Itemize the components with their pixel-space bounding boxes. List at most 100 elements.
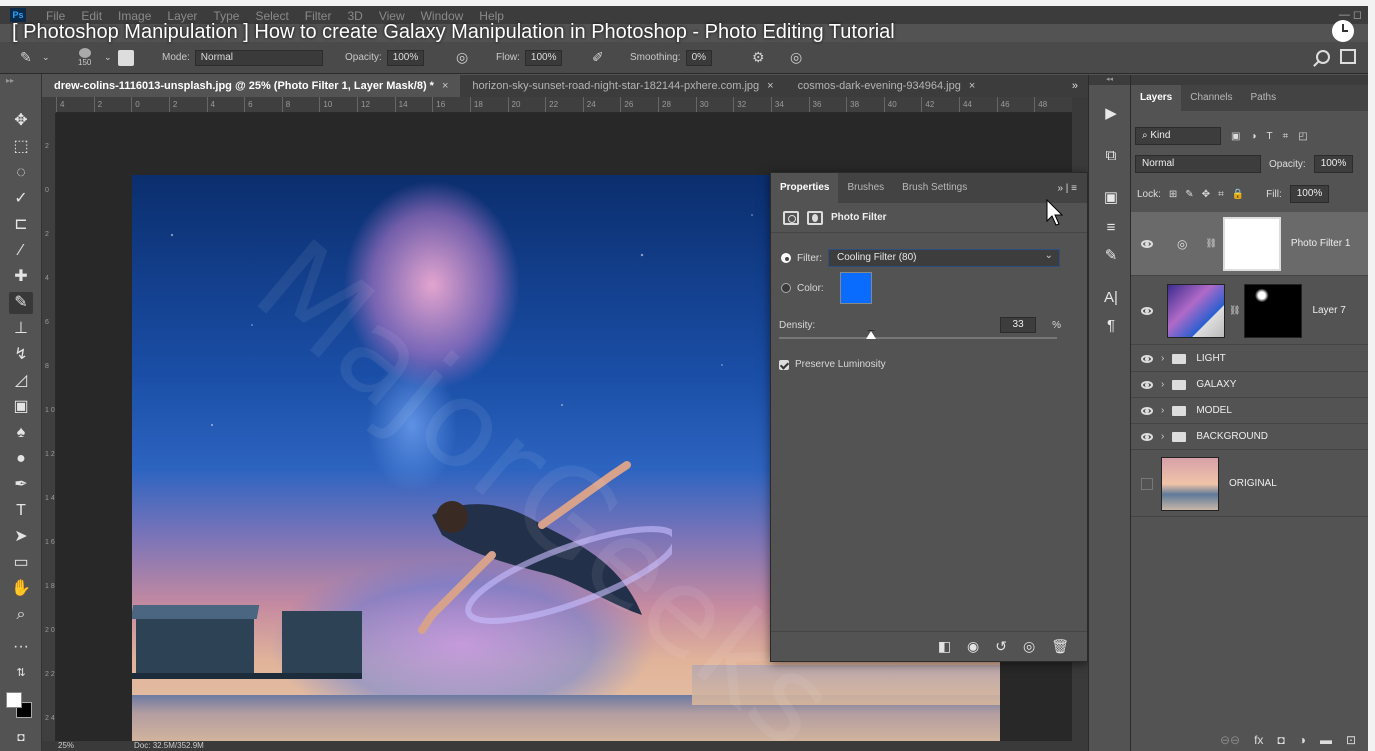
crop-tool-icon[interactable]: ⊏ (9, 214, 33, 236)
kind-select[interactable]: ⌕ Kind (1135, 127, 1221, 145)
visibility-icon[interactable]: ◎ (1023, 638, 1035, 655)
more-tabs-icon[interactable]: » (1062, 75, 1088, 97)
pen-tool-icon[interactable]: ✒ (9, 474, 33, 496)
view-previous-icon[interactable]: ◉ (967, 638, 979, 655)
brush-preset-picker[interactable]: 150 (78, 48, 91, 67)
reset-icon[interactable]: ↺ (995, 638, 1007, 655)
healing-tool-icon[interactable]: ✚ (9, 266, 33, 288)
filter-type-icon[interactable]: T (1267, 131, 1273, 142)
layer-name[interactable]: GALAXY (1196, 379, 1236, 390)
zoom-tool-icon[interactable]: ⌕ (9, 604, 33, 626)
pressure-opacity-icon[interactable]: ◎ (456, 49, 468, 66)
quick-mask-icon[interactable]: ◘ (9, 726, 33, 748)
panel-menu-icon[interactable]: » | ≡ (1047, 183, 1087, 194)
filter-adjustment-icon[interactable]: ◑ (1250, 131, 1256, 142)
quick-select-tool-icon[interactable]: ✓ (9, 188, 33, 210)
layer-name[interactable]: BACKGROUND (1196, 431, 1268, 442)
preserve-luminosity-checkbox[interactable] (779, 359, 789, 370)
zoom-level[interactable]: 25% (58, 741, 74, 751)
character-icon[interactable]: A| (1100, 287, 1122, 309)
lock-artboard-icon[interactable]: ⌗ (1218, 189, 1224, 200)
foreground-color[interactable] (6, 692, 22, 708)
layer-7[interactable]: ⛓ Layer 7 (1131, 277, 1368, 345)
blend-mode-select[interactable]: Normal (1135, 155, 1261, 173)
eye-icon[interactable] (1141, 354, 1153, 363)
chevron-down-icon[interactable]: ⌄ (104, 52, 112, 63)
ruler-corner[interactable] (42, 97, 56, 113)
mask-icon[interactable] (807, 210, 823, 225)
new-adjustment-icon[interactable]: ◑ (1299, 733, 1306, 747)
tab-layers[interactable]: Layers (1131, 85, 1182, 111)
color-swatches[interactable] (6, 692, 36, 722)
stamp-tool-icon[interactable]: ⊥ (9, 318, 33, 340)
type-tool-icon[interactable]: T (9, 500, 33, 522)
eye-icon[interactable] (1141, 239, 1153, 248)
blur-tool-icon[interactable]: ♠ (9, 422, 33, 444)
filter-radio[interactable] (781, 253, 791, 263)
paragraph-icon[interactable]: ¶ (1100, 315, 1122, 337)
path-select-tool-icon[interactable]: ➤ (9, 526, 33, 548)
layer-name[interactable]: Layer 7 (1312, 305, 1345, 316)
brush-tool-icon[interactable]: ✎ (9, 292, 33, 314)
doc-size[interactable]: Doc: 32.5M/352.9M (134, 741, 204, 751)
watch-later-icon[interactable] (1332, 20, 1354, 42)
eye-icon[interactable] (1141, 306, 1153, 315)
flow-input[interactable]: 100% (524, 49, 563, 66)
eye-icon[interactable] (1141, 406, 1153, 415)
marquee-tool-icon[interactable]: ⬚ (9, 136, 33, 158)
properties-icon[interactable]: ▣ (1100, 187, 1122, 209)
more-tools-icon[interactable]: ··· (9, 636, 33, 658)
lock-all-icon[interactable]: 🔒 (1232, 189, 1244, 200)
tab-brushes[interactable]: Brushes (838, 173, 893, 203)
tab-horizon-sky[interactable]: horizon-sky-sunset-road-night-star-18214… (460, 75, 785, 97)
visibility-toggle-off[interactable] (1141, 477, 1153, 490)
clip-to-layer-icon[interactable]: ◧ (938, 638, 951, 655)
filter-select[interactable]: Cooling Filter (80) (828, 248, 1060, 267)
eye-icon[interactable] (1141, 380, 1153, 389)
history-brush-tool-icon[interactable]: ↯ (9, 344, 33, 366)
filter-pixel-icon[interactable]: ▣ (1231, 131, 1240, 142)
slider-thumb[interactable] (865, 330, 876, 339)
airbrush-icon[interactable]: ✐ (592, 49, 604, 66)
link-icon[interactable]: ⛓ (1205, 238, 1216, 249)
chevron-right-icon[interactable]: › (1161, 353, 1164, 364)
collapse-icon[interactable]: ◂◂ (1089, 75, 1130, 85)
history-icon[interactable]: ⧉ (1100, 145, 1122, 167)
layer-photo-filter-1[interactable]: ◎ ⛓ Photo Filter 1 (1131, 212, 1368, 276)
tab-properties[interactable]: Properties (771, 173, 839, 203)
mode-select[interactable]: Normal (194, 49, 323, 66)
play-actions-icon[interactable]: ▶ (1100, 103, 1122, 125)
close-icon[interactable]: × (767, 75, 773, 97)
close-icon[interactable]: × (969, 75, 975, 97)
density-input[interactable]: 33 (1000, 317, 1037, 333)
layer-mask-thumbnail[interactable] (1244, 283, 1303, 338)
lock-pixels-icon[interactable]: ✎ (1185, 189, 1193, 200)
tab-brush-settings[interactable]: Brush Settings (893, 173, 976, 203)
group-light[interactable]: › LIGHT (1131, 346, 1368, 372)
close-icon[interactable]: × (442, 75, 448, 97)
lasso-tool-icon[interactable]: ◌ (9, 162, 33, 184)
group-model[interactable]: › MODEL (1131, 398, 1368, 424)
gradient-tool-icon[interactable]: ▣ (9, 396, 33, 418)
add-mask-icon[interactable]: ◘ (1277, 733, 1284, 747)
layer-thumbnail[interactable] (1161, 456, 1219, 511)
brush-tool-icon[interactable]: ✎ (20, 49, 32, 66)
chevron-right-icon[interactable]: › (1161, 431, 1164, 442)
group-background[interactable]: › BACKGROUND (1131, 424, 1368, 450)
layer-mask-thumbnail[interactable] (1222, 216, 1281, 271)
filter-shape-icon[interactable]: ⌗ (1283, 131, 1289, 142)
tab-channels[interactable]: Channels (1181, 85, 1241, 111)
smoothing-input[interactable]: 0% (685, 49, 713, 66)
horizontal-ruler[interactable]: 4 2 0 2 4 6 8 10 12 14 16 18 20 22 24 26 28 30 32 34 36 38 40 4… (56, 97, 1072, 113)
search-icon[interactable] (1316, 50, 1330, 64)
layer-original[interactable]: ORIGINAL (1131, 451, 1368, 517)
layer-name[interactable]: MODEL (1196, 405, 1232, 416)
opacity-input[interactable]: 100% (386, 49, 425, 66)
pressure-size-icon[interactable]: ◎ (790, 49, 802, 66)
tab-drew-colins[interactable]: drew-colins-1116013-unsplash.jpg @ 25% (… (42, 75, 461, 97)
chevron-down-icon[interactable]: ⌄ (42, 52, 50, 63)
new-group-icon[interactable]: ▬ (1320, 733, 1332, 747)
eye-icon[interactable] (1141, 432, 1153, 441)
tab-paths[interactable]: Paths (1242, 85, 1286, 111)
layer-name[interactable]: Photo Filter 1 (1291, 238, 1350, 249)
